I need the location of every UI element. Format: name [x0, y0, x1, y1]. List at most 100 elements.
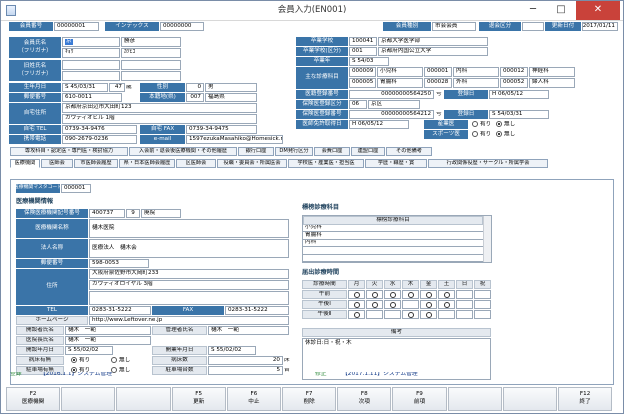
tab-tabs1-4[interactable]: 会費口座 [314, 147, 350, 156]
hours-cell[interactable] [420, 290, 437, 299]
function-key-f12[interactable]: F12 終了 [558, 387, 613, 411]
surname-field[interactable]: 京 [62, 37, 120, 47]
mobile-field[interactable]: 090-2679-0236 [62, 135, 137, 144]
insurance-code-field2[interactable]: 9 [126, 209, 140, 218]
function-key-f7[interactable]: F7 削除 [282, 387, 337, 411]
inst-fax-field[interactable]: 0283-31-5222 [225, 306, 289, 315]
insurance-code-field3[interactable]: 廃院 [141, 209, 181, 218]
hours-cell[interactable] [456, 300, 473, 309]
hours-cell[interactable] [438, 310, 455, 319]
subject-code-field[interactable]: 000005 [349, 78, 376, 88]
tab-tabs2-5[interactable]: 役職・委員会・所属医会 [217, 159, 287, 168]
hours-cell[interactable] [348, 290, 365, 299]
tel-field[interactable]: 0739-34-9476 [62, 125, 137, 134]
hours-cell[interactable] [348, 310, 365, 319]
listed-subjects-list[interactable]: 標榜診療科目 小児科 胃腸科 内科 [302, 215, 492, 263]
corporation-field[interactable]: 医療法人 樋木会 [89, 239, 289, 258]
inst-tel-field[interactable]: 0283-31-5222 [89, 306, 151, 315]
ward-no-radio[interactable]: 無し [111, 357, 130, 364]
index-field[interactable]: 00000000 [160, 22, 204, 31]
tab-tabs1-5[interactable]: 連盟口座 [351, 147, 385, 156]
manager-field[interactable]: 樋木 一範 [208, 326, 289, 335]
hours-cell[interactable] [402, 290, 419, 299]
minimize-button[interactable]: ─ [519, 1, 547, 20]
practice-start-field[interactable]: S 55/02/02 [208, 346, 256, 355]
inst-zip-field[interactable]: 598-0053 [89, 259, 149, 268]
insurance-code-field1[interactable]: 400737 [89, 209, 125, 218]
ward-yes-radio[interactable]: 有り [71, 357, 90, 364]
function-key-blank[interactable] [61, 387, 116, 411]
hours-cell[interactable] [402, 300, 419, 309]
parking-no-radio[interactable]: 無し [111, 367, 130, 374]
license-date-field[interactable]: H 06/05/12 [349, 120, 409, 129]
old-given-kana-field[interactable] [121, 71, 181, 81]
industrial-no-radio[interactable]: 無し [496, 121, 515, 128]
inst-address-line3-field[interactable] [89, 291, 289, 305]
tab-tabs1-3[interactable]: DM発行区分 [275, 147, 313, 156]
tab-tabs1-1[interactable]: 入会前・退会後医療機関・その他履歴 [129, 147, 237, 156]
hours-cell[interactable] [420, 310, 437, 319]
hours-cell[interactable] [474, 300, 491, 309]
surname-kana-field[interactable]: ｷｮｳ [62, 48, 120, 58]
tab-tabs1-2[interactable]: 銀行口座 [238, 147, 274, 156]
member-no-field[interactable]: 00000001 [54, 22, 99, 31]
insurance-date-field[interactable]: S 54/03/31 [489, 110, 549, 119]
tab-tabs1-6[interactable]: その他備考 [386, 147, 432, 156]
beds-field[interactable]: 20 [208, 356, 283, 365]
grad-kind-code-field[interactable]: 001 [349, 47, 377, 56]
function-key-f2[interactable]: F2 医療機関 [6, 387, 61, 411]
medical-reg-date-field[interactable]: H 06/05/12 [489, 90, 549, 99]
hours-cell[interactable] [348, 300, 365, 309]
zip-field[interactable]: 610-0011 [62, 93, 122, 102]
industrial-yes-radio[interactable]: 有り [472, 121, 491, 128]
hours-cell[interactable] [384, 290, 401, 299]
function-key-blank[interactable] [502, 387, 557, 411]
insurance-no-field[interactable]: 00000000564212 [349, 110, 434, 119]
inst-address-line2-field[interactable]: ガウディオロイヤル 3階 [89, 280, 289, 290]
age-field[interactable]: 47 [109, 83, 125, 92]
function-key-blank[interactable] [116, 387, 171, 411]
grad-year-field[interactable]: S 54/03 [349, 57, 389, 66]
given-kana-field[interactable]: ｶﾂﾋｺ [121, 48, 181, 58]
subject-code-field[interactable]: 000028 [424, 78, 452, 88]
listed-subject-item[interactable]: 内科 [303, 239, 483, 248]
hours-cell[interactable] [402, 310, 419, 319]
tab-tabs2-2[interactable]: 市医師会履歴 [74, 159, 118, 168]
tab-tabs2-4[interactable]: 区医師会 [176, 159, 216, 168]
old-surname-kana-field[interactable] [62, 71, 120, 81]
sports-yes-radio[interactable]: 有り [472, 131, 491, 138]
address-line1-field[interactable]: 京都府京田辺市大田町123 [62, 103, 257, 113]
given-name-field[interactable]: 勝彦 [121, 37, 181, 47]
tab-tabs2-1[interactable]: 医師会 [41, 159, 73, 168]
inst-address-line1-field[interactable]: 大阪府泉佐野市大岡町233 [89, 269, 289, 279]
old-surname-field[interactable] [62, 60, 120, 70]
hours-cell[interactable] [474, 290, 491, 299]
grad-school-code-field[interactable]: 100041 [349, 37, 377, 46]
founder-field[interactable]: 樋木 一範 [65, 326, 151, 335]
master-code-field[interactable]: 000001 [61, 184, 91, 193]
opened-date-field[interactable]: S 55/02/02 [65, 346, 113, 355]
function-key-f5[interactable]: F5 更新 [171, 387, 226, 411]
tab-tabs2-3[interactable]: 県・日本医師会履歴 [119, 159, 175, 168]
subject-code-field[interactable]: 000012 [500, 67, 528, 77]
hours-cell[interactable] [384, 300, 401, 309]
hours-cell[interactable] [438, 290, 455, 299]
institution-name-field[interactable]: 樋木医院 [89, 219, 289, 238]
hours-cell[interactable] [456, 310, 473, 319]
listed-subject-item[interactable]: 小児科 [303, 225, 483, 233]
medical-reg-field[interactable]: 00000000564250 [349, 90, 434, 99]
hours-cell[interactable] [420, 300, 437, 309]
tab-tabs1-0[interactable]: 専攻科目・認定医・専門医・検討協力 [10, 147, 128, 156]
listed-subject-item[interactable] [303, 247, 483, 255]
maximize-button[interactable]: □ [547, 1, 575, 20]
address-line2-field[interactable]: ガウディオビル 1階 [62, 114, 257, 124]
parking-count-field[interactable]: 5 [208, 366, 283, 375]
birth-field[interactable]: S 45/03/31 [62, 83, 108, 92]
pref-code-field[interactable]: 007 [186, 93, 204, 102]
hours-cell[interactable] [456, 290, 473, 299]
hours-cell[interactable] [384, 310, 401, 319]
hours-cell[interactable] [366, 300, 383, 309]
tab-tabs2-7[interactable]: 学歴・職歴・賞 [365, 159, 427, 168]
hours-cell[interactable] [366, 290, 383, 299]
member-type-field[interactable]: 市会会員 [432, 22, 476, 31]
